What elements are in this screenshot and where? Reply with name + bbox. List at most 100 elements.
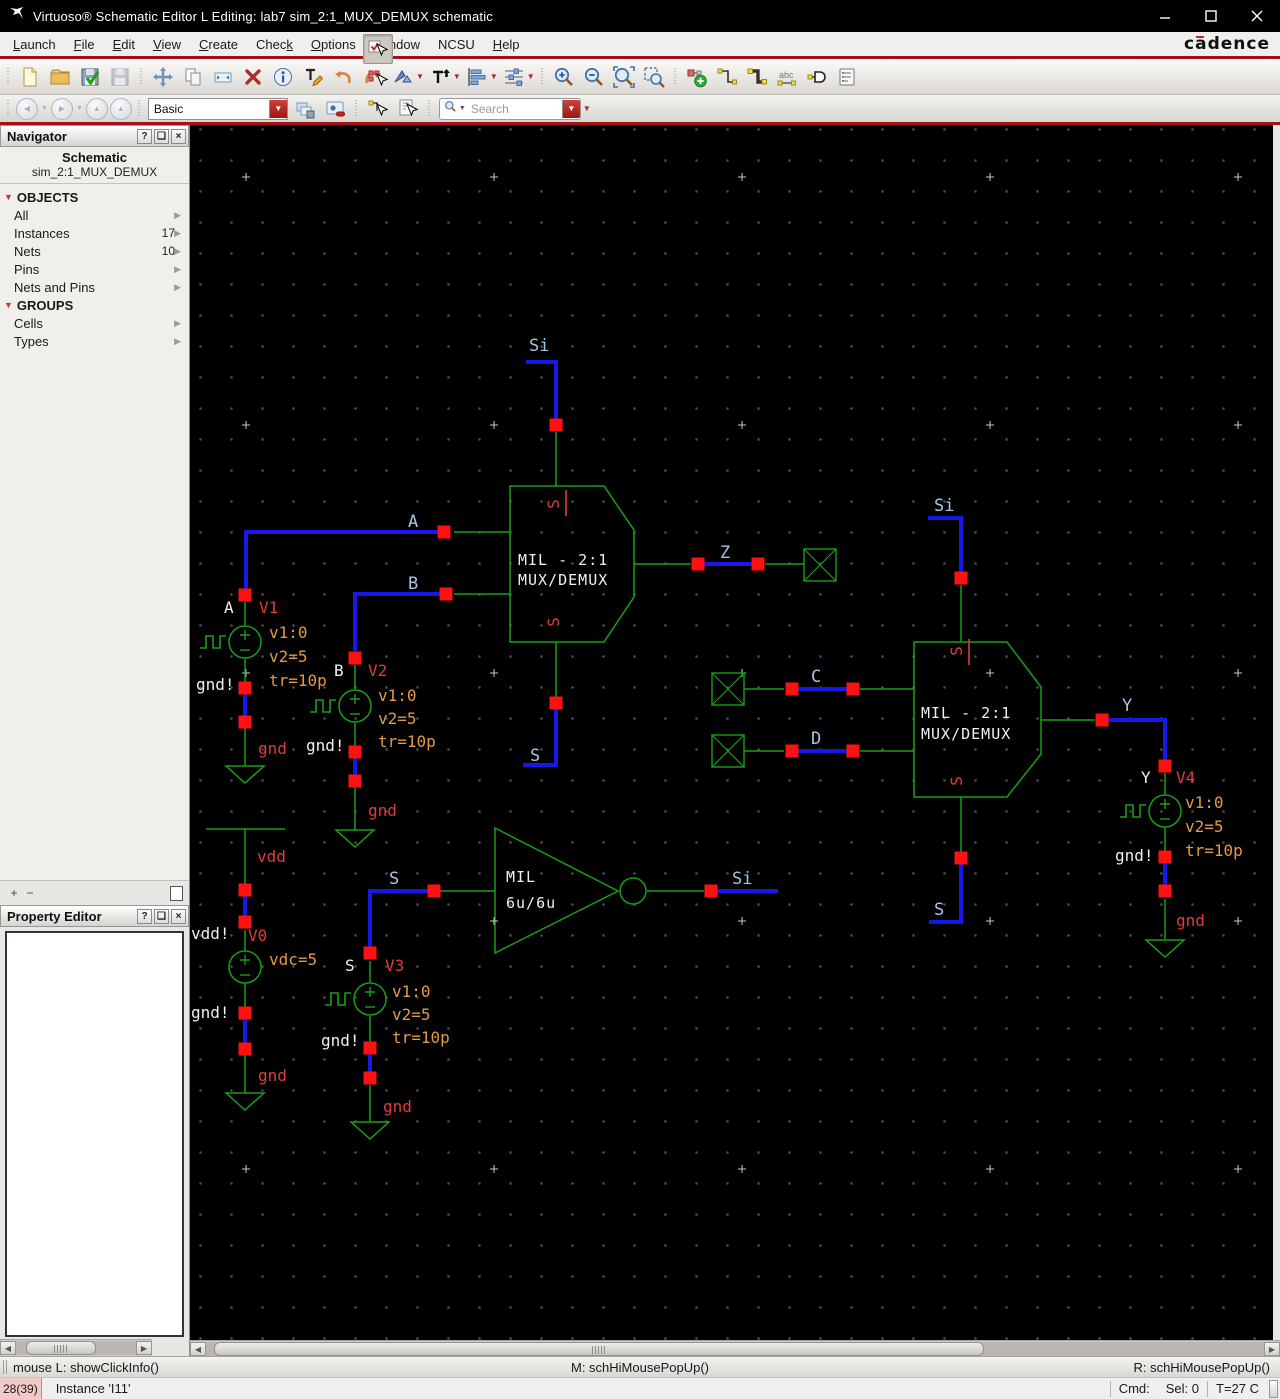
property-editor-close-button[interactable]: × bbox=[171, 908, 186, 924]
search-more-icon[interactable]: ▼ bbox=[583, 104, 591, 113]
expand-arrow-icon[interactable]: ▶ bbox=[174, 264, 181, 275]
nav-item-cells[interactable]: Cells ▶ bbox=[0, 314, 189, 332]
terminal-square[interactable] bbox=[363, 946, 377, 960]
workspace-combo-dropdown-icon[interactable]: ▼ bbox=[268, 99, 287, 118]
new-cellview-button[interactable] bbox=[15, 62, 45, 92]
white-label[interactable]: A bbox=[224, 598, 234, 617]
menu-options[interactable]: Options bbox=[302, 34, 365, 55]
terminal-square[interactable] bbox=[348, 745, 362, 759]
terminal-square[interactable] bbox=[1095, 713, 1109, 727]
copy-button[interactable] bbox=[178, 62, 208, 92]
net-label[interactable]: Si bbox=[529, 336, 549, 356]
select-mode-button[interactable] bbox=[362, 33, 393, 64]
param-label[interactable]: v2=5 bbox=[1185, 817, 1224, 836]
back-button[interactable]: ◀ bbox=[16, 97, 38, 120]
nav-item-types[interactable]: Types ▶ bbox=[0, 332, 189, 350]
net-wire[interactable] bbox=[353, 592, 448, 651]
red-label[interactable]: V4 bbox=[1176, 768, 1195, 787]
stretch-button[interactable] bbox=[208, 62, 238, 92]
terminal-square[interactable] bbox=[238, 883, 252, 897]
terminal-square[interactable] bbox=[427, 884, 441, 898]
schematic-drawing[interactable]: Si A B Z S S Si C D Si Y S A B S Ygnd! gnd! gnd! gnd! gnd! v… bbox=[190, 125, 1273, 1340]
maximize-button[interactable] bbox=[1188, 0, 1234, 32]
red-label[interactable]: gnd bbox=[258, 1066, 287, 1085]
white-label[interactable]: gnd! bbox=[306, 736, 345, 755]
ground-symbol[interactable] bbox=[334, 829, 376, 849]
terminal-square[interactable] bbox=[1158, 759, 1172, 773]
param-label[interactable]: v2=5 bbox=[378, 709, 417, 728]
forward-button[interactable]: ▶ bbox=[50, 97, 73, 120]
net-label[interactable]: Y bbox=[1122, 696, 1132, 716]
navigator-float-button[interactable]: ❏ bbox=[154, 128, 169, 144]
net-wire[interactable] bbox=[928, 516, 963, 578]
terminal-square[interactable] bbox=[348, 651, 362, 665]
net-label[interactable]: Si bbox=[934, 496, 954, 516]
terminal-square[interactable] bbox=[1158, 884, 1172, 898]
red-label[interactable]: V0 bbox=[248, 926, 267, 945]
partial-select-mode-button[interactable] bbox=[363, 64, 393, 94]
red-label[interactable]: gnd bbox=[1176, 911, 1205, 930]
param-label[interactable]: v2=5 bbox=[392, 1005, 431, 1024]
menu-help[interactable]: Help bbox=[484, 34, 529, 55]
search-input[interactable] bbox=[468, 100, 562, 117]
terminal-square[interactable] bbox=[437, 525, 451, 539]
white-label[interactable]: Y bbox=[1141, 768, 1151, 787]
workspace-combo[interactable]: Basic ▼ bbox=[147, 97, 288, 120]
terminal-square[interactable] bbox=[846, 744, 860, 758]
terminal-square[interactable] bbox=[1158, 850, 1172, 864]
navigator-close-button[interactable]: × bbox=[171, 128, 186, 144]
back-dropdown-icon[interactable]: ▼ bbox=[41, 105, 48, 112]
navigator-title-bar[interactable]: Navigator ? ❏ × bbox=[0, 125, 189, 147]
expand-arrow-icon[interactable]: ▶ bbox=[174, 318, 181, 329]
terminal-square[interactable] bbox=[704, 884, 718, 898]
collapse-all-button[interactable]: − bbox=[22, 885, 38, 901]
param-label[interactable]: v1:0 bbox=[378, 686, 417, 705]
net-label[interactable]: S bbox=[530, 746, 540, 766]
red-label[interactable]: vdd bbox=[257, 847, 286, 866]
param-label[interactable]: tr=10p bbox=[392, 1028, 450, 1047]
undo-button[interactable] bbox=[328, 62, 358, 92]
net-label[interactable]: D bbox=[811, 729, 821, 749]
close-button[interactable] bbox=[1234, 0, 1280, 32]
distribute-button-dropdown-icon[interactable]: ▼ bbox=[527, 72, 535, 81]
delete-button[interactable] bbox=[238, 62, 268, 92]
terminal-square[interactable] bbox=[954, 571, 968, 585]
text-height-button-dropdown-icon[interactable]: ▼ bbox=[453, 72, 461, 81]
param-label[interactable]: v1:0 bbox=[392, 982, 431, 1001]
nav-item-instances[interactable]: Instances 17 ▶ bbox=[0, 224, 189, 242]
red-label[interactable]: gnd bbox=[258, 739, 287, 758]
create-instance-button[interactable] bbox=[682, 62, 712, 92]
zoom-in-button[interactable] bbox=[549, 62, 579, 92]
white-label[interactable]: B bbox=[334, 661, 344, 680]
terminal-square[interactable] bbox=[549, 696, 563, 710]
align-button[interactable] bbox=[462, 62, 492, 92]
panel-toggle-icon[interactable] bbox=[170, 885, 183, 901]
save-button[interactable] bbox=[75, 62, 105, 92]
minimize-button[interactable] bbox=[1142, 0, 1188, 32]
terminal-square[interactable] bbox=[238, 715, 252, 729]
ground-symbol[interactable] bbox=[1144, 939, 1186, 959]
menu-edit[interactable]: Edit bbox=[104, 34, 144, 55]
canvas-scroll-right-icon[interactable]: ▶ bbox=[1264, 1342, 1280, 1356]
net-wire[interactable] bbox=[1100, 718, 1167, 766]
forward-dropdown-icon[interactable]: ▼ bbox=[76, 105, 83, 112]
nav-section-objects[interactable]: ▼ OBJECTS bbox=[0, 188, 189, 206]
expand-arrow-icon[interactable]: ▶ bbox=[174, 228, 181, 239]
schematic-canvas[interactable]: Si A B Z S S Si C D Si Y S A B S Ygnd! gnd! gnd! gnd! gnd! v… bbox=[190, 125, 1273, 1340]
ground-symbol[interactable] bbox=[349, 1121, 391, 1141]
ground-symbol[interactable] bbox=[224, 765, 266, 785]
navigator-help-button[interactable]: ? bbox=[137, 128, 152, 144]
net-label[interactable]: B bbox=[408, 574, 418, 594]
hide-display-button[interactable] bbox=[320, 94, 350, 124]
net-wire[interactable] bbox=[368, 889, 434, 952]
menu-ncsu[interactable]: NCSU bbox=[429, 34, 484, 55]
edit-labels-button[interactable] bbox=[298, 62, 328, 92]
terminal-square[interactable] bbox=[348, 774, 362, 788]
property-editor-help-button[interactable]: ? bbox=[137, 908, 152, 924]
canvas-h-scrollbar[interactable]: ◀ ▶ bbox=[190, 1340, 1280, 1357]
section-collapse-icon[interactable]: ▼ bbox=[4, 300, 13, 310]
expand-arrow-icon[interactable]: ▶ bbox=[174, 336, 181, 347]
expand-arrow-icon[interactable]: ▶ bbox=[174, 210, 181, 221]
create-pin-button[interactable] bbox=[802, 62, 832, 92]
red-label[interactable]: V1 bbox=[259, 598, 278, 617]
